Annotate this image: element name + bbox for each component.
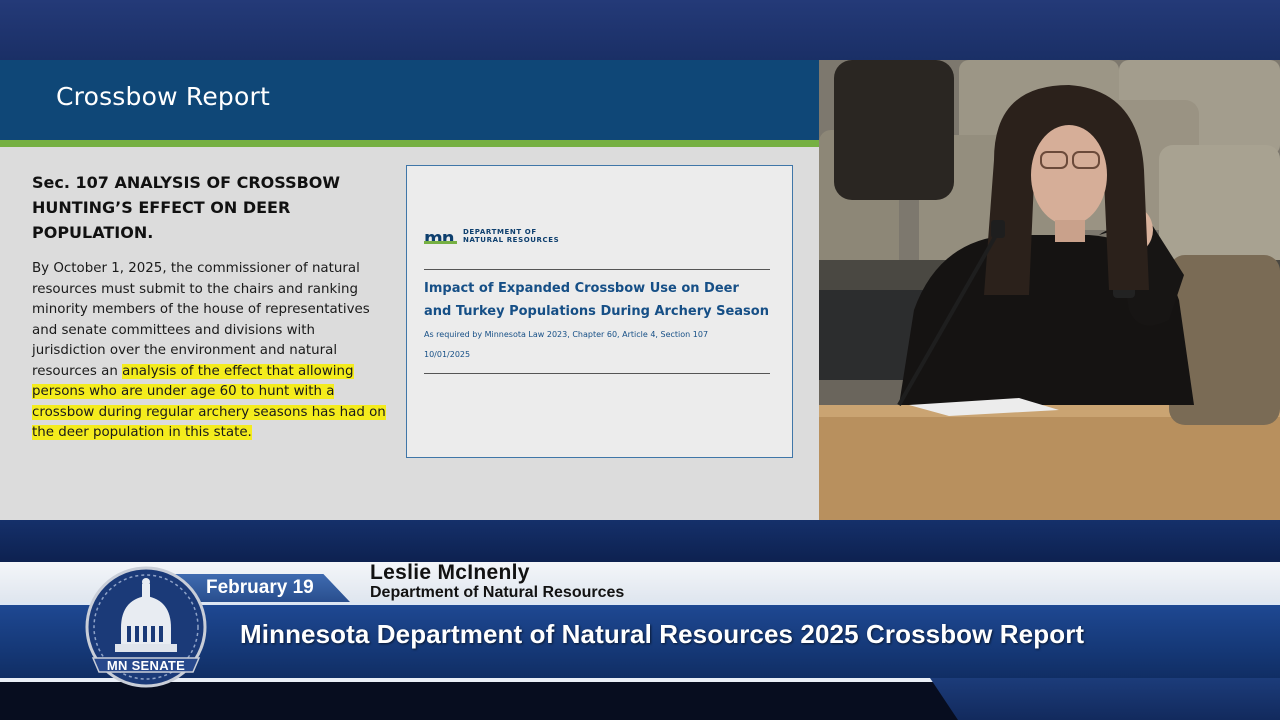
mn-senate-seal-icon: MN SENATE: [85, 566, 207, 688]
seal-label: MN SENATE: [106, 658, 186, 673]
lower-third-upper-band: [0, 520, 1280, 562]
speaker-name: Leslie McInenly: [370, 561, 530, 584]
speaker-video-feed: [819, 60, 1280, 520]
section-body-text: By October 1, 2025, the commissioner of …: [32, 261, 370, 379]
cover-divider-bottom: [424, 373, 770, 374]
report-requirement: As required by Minnesota Law 2023, Chapt…: [424, 330, 709, 339]
speaker-organization: Department of Natural Resources: [370, 584, 625, 601]
report-date: 10/01/2025: [424, 350, 471, 359]
cover-divider-top: [424, 269, 770, 270]
dnr-logo-line2: NATURAL RESOURCES: [463, 236, 560, 244]
dnr-logo-line1: DEPARTMENT OF: [463, 228, 537, 236]
slide-header: Crossbow Report: [0, 60, 819, 140]
section-body: By October 1, 2025, the commissioner of …: [32, 259, 388, 444]
mn-logo-bar: [424, 241, 457, 244]
mn-logo-mark: mn: [424, 228, 455, 249]
slide-title: Crossbow Report: [56, 82, 270, 111]
top-band: [0, 0, 1280, 60]
program-title: Minnesota Department of Natural Resource…: [240, 619, 1085, 649]
section-heading: Sec. 107 ANALYSIS OF CROSSBOW HUNTING’S …: [32, 173, 341, 242]
dnr-logo: mn DEPARTMENT OF NATURAL RESOURCES: [424, 226, 584, 249]
report-cover: mn DEPARTMENT OF NATURAL RESOURCES Impac…: [406, 165, 793, 458]
presentation-slide: Crossbow Report Sec. 107 ANALYSIS OF CRO…: [0, 60, 819, 520]
broadcast-date: February 19: [206, 577, 314, 598]
bottom-wedge: [930, 678, 1280, 720]
report-title: Impact of Expanded Crossbow Use on Deer …: [424, 281, 769, 319]
speaker-video-image: [819, 60, 1280, 520]
slide-accent-rule: [0, 140, 819, 147]
